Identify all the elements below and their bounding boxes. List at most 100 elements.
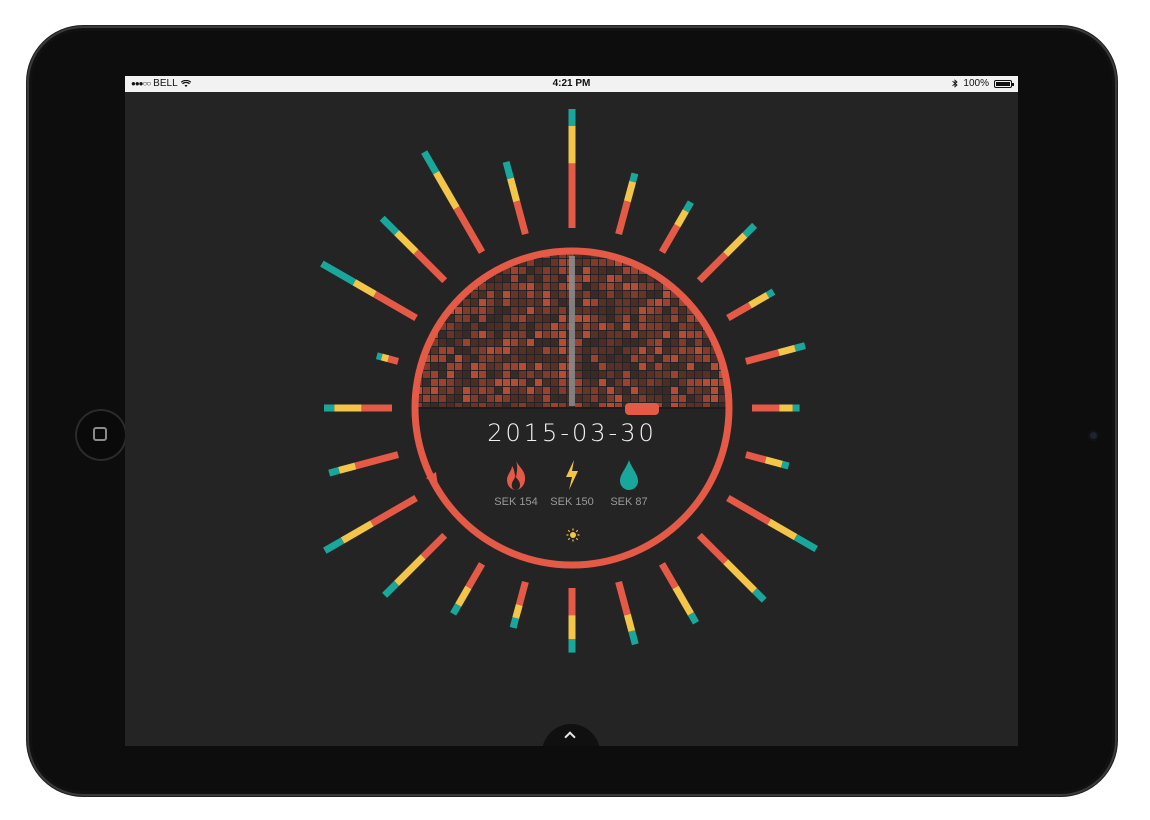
heatmap-cell xyxy=(679,387,686,394)
radial-bar-segment xyxy=(794,342,806,352)
heatmap-cell xyxy=(591,395,598,402)
heatmap-cell xyxy=(495,299,502,306)
heatmap-cell xyxy=(519,267,526,274)
heatmap-cell xyxy=(519,347,526,354)
heatmap-cell xyxy=(463,379,470,386)
heatmap-cell xyxy=(623,267,630,274)
heatmap-cell xyxy=(663,371,670,378)
heatmap-cell xyxy=(719,307,726,314)
heatmap-cell xyxy=(559,315,566,322)
heatmap-cell xyxy=(687,347,694,354)
heatmap-cell xyxy=(615,299,622,306)
heatmap-cell xyxy=(415,275,422,282)
heatmap-cell xyxy=(615,267,622,274)
dial-slider-handle[interactable] xyxy=(625,403,659,415)
heatmap-cell xyxy=(703,339,710,346)
radial-bar-segment xyxy=(380,353,390,363)
heatmap-cell xyxy=(639,291,646,298)
heatmap-cell xyxy=(551,283,558,290)
radial-bar-segment xyxy=(394,230,419,255)
heatmap-cell xyxy=(599,371,606,378)
heatmap-cell xyxy=(535,395,542,402)
heatmap-cell xyxy=(503,363,510,370)
heatmap-cell xyxy=(535,323,542,330)
heatmap-cell xyxy=(607,315,614,322)
heatmap-cell xyxy=(559,259,566,266)
radial-bar-segment xyxy=(767,518,798,541)
heatmap-cell xyxy=(671,387,678,394)
heatmap-cell xyxy=(631,363,638,370)
heatmap-cell xyxy=(719,331,726,338)
heatmap-cell xyxy=(487,307,494,314)
heatmap-cell xyxy=(479,363,486,370)
heatmap-cell xyxy=(655,347,662,354)
heatmap-cell xyxy=(615,291,622,298)
heatmap-cell xyxy=(511,299,518,306)
heatmap-cell xyxy=(599,395,606,402)
heatmap-cell xyxy=(447,251,454,258)
radial-bar-segment xyxy=(742,222,758,238)
heatmap-cell xyxy=(591,275,598,282)
heatmap-cell xyxy=(551,347,558,354)
heatmap-cell xyxy=(615,363,622,370)
heatmap-cell xyxy=(615,331,622,338)
heatmap-cell xyxy=(471,291,478,298)
heatmap-cell xyxy=(455,339,462,346)
heatmap-cell xyxy=(503,395,510,402)
heatmap-cell xyxy=(719,283,726,290)
heatmap-cell xyxy=(671,379,678,386)
heatmap-cell xyxy=(623,379,630,386)
water-cost[interactable]: SEK 87 xyxy=(594,458,664,508)
heatmap-cell xyxy=(631,379,638,386)
heatmap-cell xyxy=(687,363,694,370)
heatmap-cell xyxy=(583,395,590,402)
heatmap-cell xyxy=(503,283,510,290)
heatmap-cell xyxy=(671,267,678,274)
heatmap-cell xyxy=(543,259,550,266)
radial-bar-segment xyxy=(658,562,679,590)
heatmap-cell xyxy=(543,371,550,378)
heatmap-cell xyxy=(703,283,710,290)
heatmap-cell xyxy=(663,323,670,330)
heatmap-cell xyxy=(575,363,582,370)
heatmap-cell xyxy=(471,251,478,258)
heatmap-cell xyxy=(591,331,598,338)
heatmap-cell xyxy=(511,395,518,402)
heatmap-cell xyxy=(479,347,486,354)
heatmap-cell xyxy=(711,251,718,258)
heatmap-cell xyxy=(423,371,430,378)
heatmap-cell xyxy=(607,307,614,314)
heatmap-cell xyxy=(655,291,662,298)
heatmap-cell xyxy=(655,355,662,362)
heatmap-cell xyxy=(479,323,486,330)
heatmap-cell xyxy=(423,379,430,386)
heatmap-cell xyxy=(455,275,462,282)
heatmap-cell xyxy=(583,371,590,378)
heatmap-cell xyxy=(623,299,630,306)
heatmap-cell xyxy=(447,283,454,290)
heatmap-cell xyxy=(519,379,526,386)
heatmap-cell xyxy=(647,307,654,314)
heatmap-cell xyxy=(695,299,702,306)
heatmap-cell xyxy=(559,371,566,378)
heatmap-cell xyxy=(615,275,622,282)
heatmap-cell xyxy=(551,299,558,306)
heatmap-cell xyxy=(687,291,694,298)
heatmap-cell xyxy=(607,331,614,338)
heatmap-cell xyxy=(647,379,654,386)
heatmap-cell xyxy=(439,363,446,370)
heatmap-cell xyxy=(535,355,542,362)
heatmap-cell xyxy=(575,379,582,386)
heatmap-time-indicator[interactable] xyxy=(569,256,575,406)
heatmap-cell xyxy=(503,379,510,386)
heatmap-cell xyxy=(439,355,446,362)
heatmap-cell xyxy=(535,283,542,290)
heatmap-cell xyxy=(719,339,726,346)
heatmap-cell xyxy=(431,379,438,386)
heatmap-cell xyxy=(591,339,598,346)
home-button[interactable] xyxy=(75,409,127,461)
heatmap-cell xyxy=(543,291,550,298)
heatmap-cell xyxy=(679,323,686,330)
heatmap-cell xyxy=(695,251,702,258)
heatmap-cell xyxy=(711,371,718,378)
